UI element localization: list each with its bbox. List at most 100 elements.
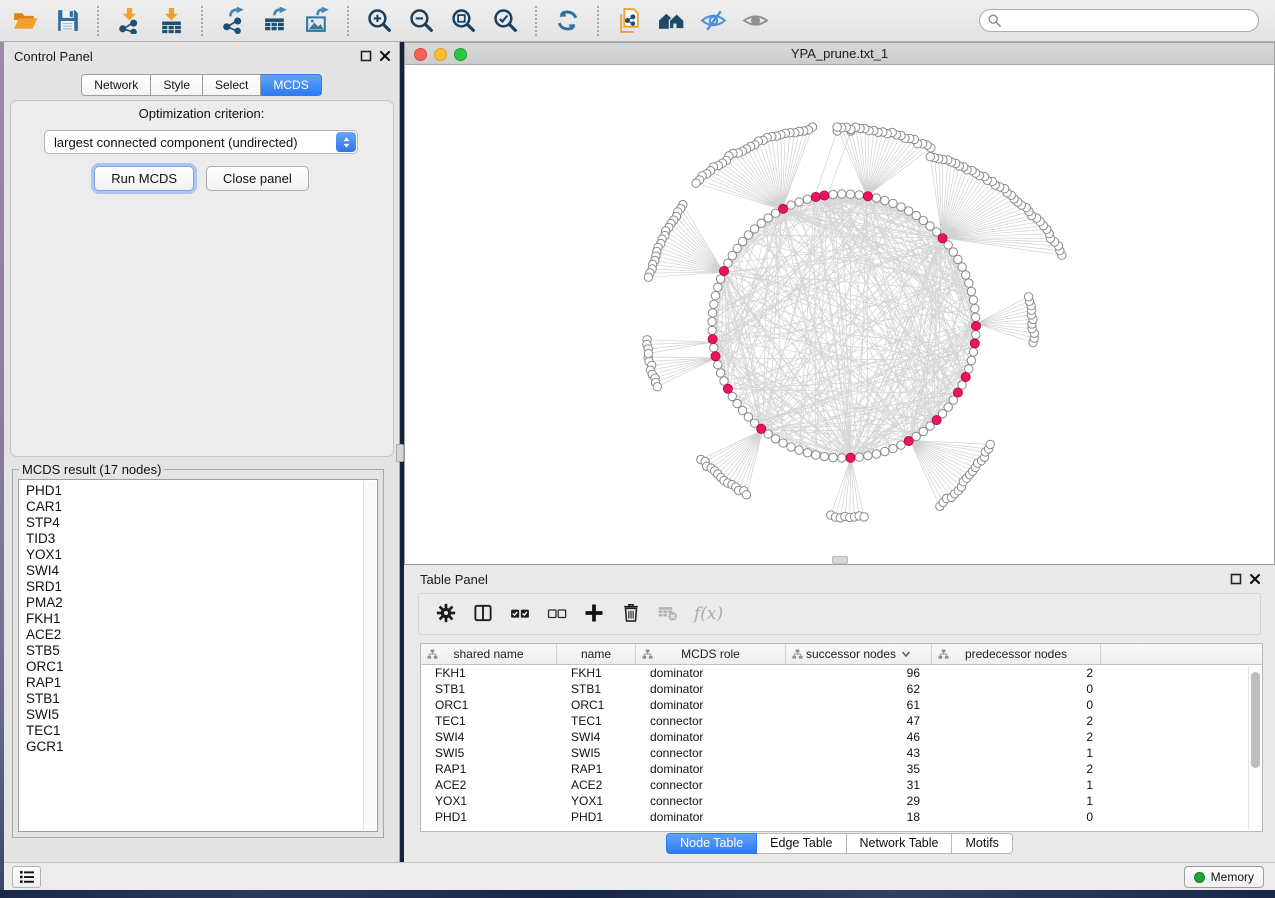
cell-name[interactable]: TEC1 <box>557 713 636 729</box>
network-node[interactable] <box>872 194 880 202</box>
cell-MCDS-role[interactable]: dominator <box>636 761 786 777</box>
mcds-hub-node[interactable] <box>757 424 766 433</box>
list-item[interactable]: SRD1 <box>19 579 377 595</box>
zoom-selected-button[interactable] <box>488 4 522 38</box>
mcds-hub-node[interactable] <box>971 321 980 330</box>
list-item[interactable]: GCR1 <box>19 739 377 755</box>
settings-button[interactable] <box>429 597 463 631</box>
network-node[interactable] <box>714 361 722 369</box>
vertical-splitter-handle[interactable] <box>396 444 404 462</box>
network-node[interactable] <box>829 190 837 198</box>
list-item[interactable]: FKH1 <box>19 611 377 627</box>
network-node[interactable] <box>969 296 977 304</box>
network-node[interactable] <box>969 348 977 356</box>
network-node[interactable] <box>787 201 795 209</box>
cell-successor-nodes[interactable]: 46 <box>786 729 932 745</box>
export-table-button[interactable] <box>258 4 292 38</box>
cell-predecessor-nodes[interactable]: 2 <box>932 761 1101 777</box>
list-item[interactable]: ORC1 <box>19 659 377 675</box>
cell-name[interactable]: PHD1 <box>557 809 636 825</box>
mcds-hub-node[interactable] <box>970 339 979 348</box>
list-item[interactable]: STP4 <box>19 515 377 531</box>
network-node[interactable] <box>1024 293 1032 301</box>
network-graph[interactable] <box>405 65 1274 564</box>
cell-name[interactable]: SWI5 <box>557 745 636 761</box>
mcds-hub-node[interactable] <box>938 234 947 243</box>
cell-shared-name[interactable]: YOX1 <box>421 793 557 809</box>
mcds-hub-node[interactable] <box>779 204 788 213</box>
network-node[interactable] <box>965 365 973 373</box>
close-panel-icon[interactable] <box>379 50 391 62</box>
horizontal-splitter-handle[interactable] <box>832 556 848 564</box>
mcds-hub-node[interactable] <box>953 388 962 397</box>
add-button[interactable] <box>577 597 611 631</box>
cell-shared-name[interactable]: STB1 <box>421 681 557 697</box>
import-table-button[interactable] <box>154 4 188 38</box>
cell-predecessor-nodes[interactable]: 2 <box>932 729 1101 745</box>
table-row[interactable]: RAP1RAP1dominator352 <box>421 761 1262 777</box>
network-node[interactable] <box>710 300 718 308</box>
cell-successor-nodes[interactable]: 47 <box>786 713 932 729</box>
network-node[interactable] <box>803 195 811 203</box>
network-node[interactable] <box>644 349 652 357</box>
search-box[interactable] <box>979 9 1259 32</box>
network-node[interactable] <box>967 356 975 364</box>
network-node[interactable] <box>803 449 811 457</box>
export-network-button[interactable] <box>216 4 250 38</box>
delete-button[interactable] <box>614 597 648 631</box>
network-node[interactable] <box>644 273 652 281</box>
cell-name[interactable]: FKH1 <box>557 665 636 681</box>
cell-shared-name[interactable]: FKH1 <box>421 665 557 681</box>
refresh-button[interactable] <box>550 4 584 38</box>
tab-mcds[interactable]: MCDS <box>261 74 321 96</box>
cell-MCDS-role[interactable]: dominator <box>636 665 786 681</box>
network-node[interactable] <box>972 313 980 321</box>
mcds-hub-node[interactable] <box>961 372 970 381</box>
cell-name[interactable]: SWI4 <box>557 729 636 745</box>
split-view-button[interactable] <box>466 597 500 631</box>
mcds-hub-node[interactable] <box>820 191 829 200</box>
network-node[interactable] <box>653 383 661 391</box>
tab-select[interactable]: Select <box>203 74 261 96</box>
mcds-hub-node[interactable] <box>932 416 941 425</box>
cell-successor-nodes[interactable]: 62 <box>786 681 932 697</box>
network-node[interactable] <box>812 451 820 459</box>
cell-successor-nodes[interactable]: 61 <box>786 697 932 713</box>
network-node[interactable] <box>881 196 889 204</box>
tab-motifs[interactable]: Motifs <box>952 833 1012 854</box>
network-window-titlebar[interactable]: YPA_prune.txt_1 <box>405 43 1274 65</box>
hide-graphics-details-button[interactable] <box>696 4 730 38</box>
cell-name[interactable]: ORC1 <box>557 697 636 713</box>
cell-shared-name[interactable]: PHD1 <box>421 809 557 825</box>
network-node[interactable] <box>838 190 846 198</box>
cell-predecessor-nodes[interactable]: 2 <box>932 713 1101 729</box>
cell-predecessor-nodes[interactable]: 1 <box>932 777 1101 793</box>
network-node[interactable] <box>986 440 994 448</box>
deselect-all-button[interactable] <box>540 597 574 631</box>
list-item[interactable]: STB1 <box>19 691 377 707</box>
list-item[interactable]: STB5 <box>19 643 377 659</box>
network-node[interactable] <box>820 452 828 460</box>
cell-name[interactable]: YOX1 <box>557 793 636 809</box>
select-all-button[interactable] <box>503 597 537 631</box>
open-button[interactable] <box>8 4 42 38</box>
tab-network[interactable]: Network <box>81 74 151 96</box>
cell-shared-name[interactable]: ORC1 <box>421 697 557 713</box>
mcds-hub-node[interactable] <box>711 352 720 361</box>
delete-table-button[interactable] <box>651 597 685 631</box>
cell-predecessor-nodes[interactable]: 1 <box>932 745 1101 761</box>
save-button[interactable] <box>50 4 84 38</box>
network-node[interactable] <box>965 279 973 287</box>
cell-name[interactable]: STB1 <box>557 681 636 697</box>
zoom-fit-button[interactable] <box>446 4 480 38</box>
cell-shared-name[interactable]: SWI5 <box>421 745 557 761</box>
table-row[interactable]: TEC1TEC1connector472 <box>421 713 1262 729</box>
network-node[interactable] <box>860 513 868 521</box>
close-table-panel-icon[interactable] <box>1249 573 1261 585</box>
network-node[interactable] <box>967 287 975 295</box>
network-node[interactable] <box>889 199 897 207</box>
network-node[interactable] <box>971 304 979 312</box>
cell-predecessor-nodes[interactable]: 2 <box>932 665 1101 681</box>
cell-name[interactable]: ACE2 <box>557 777 636 793</box>
cell-shared-name[interactable]: TEC1 <box>421 713 557 729</box>
